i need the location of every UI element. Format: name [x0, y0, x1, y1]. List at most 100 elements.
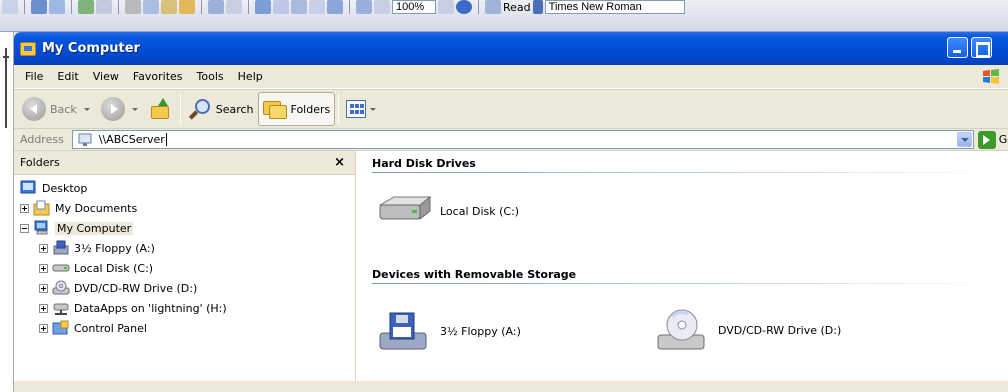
up-folder-icon — [149, 98, 173, 120]
word-toolbar: 100% Read Times New Roman — [0, 0, 1008, 32]
expand-icon[interactable] — [39, 283, 48, 293]
forward-button[interactable] — [97, 92, 145, 126]
back-button[interactable]: Back — [18, 92, 97, 126]
views-icon — [346, 100, 367, 118]
menu-edit[interactable]: Edit — [50, 70, 85, 83]
help-icon[interactable] — [456, 0, 472, 14]
title-bar[interactable]: My Computer — [14, 32, 1008, 65]
go-arrow-icon[interactable] — [977, 130, 996, 149]
my-computer-icon — [34, 220, 48, 235]
menu-view[interactable]: View — [86, 70, 126, 83]
collapse-icon[interactable] — [20, 223, 29, 233]
dvd-drive-large-icon — [657, 309, 705, 350]
views-button[interactable] — [342, 92, 383, 126]
toolbar-options-icon[interactable] — [532, 0, 543, 14]
zoom-box[interactable]: 100% — [392, 0, 436, 14]
folders-label: Folders — [290, 102, 331, 116]
drive-item-dvd[interactable]: DVD/CD-RW Drive (D:) — [652, 309, 841, 351]
address-value[interactable]: \\ABCServer — [99, 133, 165, 146]
search-icon — [188, 98, 212, 120]
preview-icon[interactable] — [49, 0, 65, 14]
window-title: My Computer — [42, 41, 140, 56]
menu-bar: File Edit View Favorites Tools Help — [14, 65, 1008, 89]
go-button[interactable]: Go — [999, 133, 1008, 146]
network-drive-icon — [53, 303, 69, 315]
copy-icon[interactable] — [143, 0, 159, 14]
expand-icon[interactable] — [20, 203, 29, 213]
search-label: Search — [215, 102, 254, 116]
minimize-button[interactable] — [947, 37, 968, 58]
address-input[interactable]: \\ABCServer — [71, 130, 974, 149]
drive-item-local-disk[interactable]: Local Disk (C:) — [374, 193, 519, 229]
expand-icon[interactable] — [39, 303, 48, 313]
insert-table-icon[interactable] — [291, 0, 307, 14]
group-header-hard-disks: Hard Disk Drives — [372, 157, 476, 170]
floppy-drive-large-icon — [379, 312, 427, 350]
file-view-pane: Hard Disk Drives Local Disk (C:) Devices… — [356, 151, 1008, 381]
drive-label: Local Disk (C:) — [440, 204, 520, 218]
show-hide-icon[interactable] — [374, 0, 390, 14]
tree-item-my-documents[interactable]: My Documents — [14, 198, 355, 218]
paste-icon[interactable] — [161, 0, 177, 14]
drive-item-floppy[interactable]: 3½ Floppy (A:) — [374, 311, 521, 351]
print-icon[interactable] — [31, 0, 47, 14]
undo-icon[interactable] — [208, 0, 224, 14]
doc-icon[interactable] — [2, 0, 18, 14]
format-painter-icon[interactable] — [179, 0, 195, 14]
menu-favorites[interactable]: Favorites — [126, 70, 190, 83]
group-header-underline — [372, 172, 1002, 173]
read-button[interactable]: Read — [503, 1, 531, 14]
menu-file[interactable]: File — [18, 70, 50, 83]
my-computer-icon — [20, 41, 36, 56]
maximize-button[interactable] — [971, 37, 992, 58]
folders-pane-close-button[interactable]: × — [334, 155, 345, 170]
folder-tree: Desktop My Documents My Computer 3½ Flop… — [14, 175, 355, 338]
back-dropdown-icon[interactable] — [83, 107, 90, 111]
address-dropdown-button[interactable] — [956, 132, 972, 147]
tree-item-dvd[interactable]: DVD/CD-RW Drive (D:) — [14, 278, 355, 298]
read-icon[interactable] — [485, 0, 501, 14]
tree-item-network-drive[interactable]: DataApps on 'lightning' (H:) — [14, 298, 355, 318]
drive-label: 3½ Floppy (A:) — [440, 324, 521, 338]
tree-item-desktop[interactable]: Desktop — [14, 178, 355, 198]
folders-pane-header: Folders × — [14, 151, 355, 175]
group-header-underline — [372, 283, 1002, 284]
folders-button[interactable]: Folders — [257, 92, 336, 126]
tree-label: DVD/CD-RW Drive (D:) — [74, 281, 198, 295]
redo-icon[interactable] — [226, 0, 242, 14]
forward-dropdown-icon[interactable] — [131, 107, 138, 111]
folders-icon — [262, 99, 287, 119]
group-header-removable: Devices with Removable Storage — [372, 268, 577, 281]
tree-item-floppy[interactable]: 3½ Floppy (A:) — [14, 238, 355, 258]
hyperlink-icon[interactable] — [255, 0, 271, 14]
tree-item-local-disk[interactable]: Local Disk (C:) — [14, 258, 355, 278]
expand-icon[interactable] — [39, 263, 48, 273]
font-name-box[interactable]: Times New Roman — [544, 0, 685, 14]
tree-label: Control Panel — [74, 321, 147, 335]
dvd-drive-icon — [52, 280, 70, 295]
expand-icon[interactable] — [39, 323, 48, 333]
menu-tools[interactable]: Tools — [190, 70, 231, 83]
drawing-icon[interactable] — [327, 0, 343, 14]
forward-arrow-icon — [100, 97, 125, 121]
tree-item-my-computer[interactable]: My Computer — [14, 218, 355, 238]
views-dropdown-icon — [370, 107, 377, 111]
zoom-dropdown-icon[interactable] — [438, 0, 454, 14]
tree-label: Local Disk (C:) — [74, 261, 154, 275]
research-icon[interactable] — [96, 0, 112, 14]
tree-label: 3½ Floppy (A:) — [74, 241, 155, 255]
hard-disk-icon — [52, 264, 70, 272]
document-map-icon[interactable] — [356, 0, 372, 14]
cut-icon[interactable] — [125, 0, 141, 14]
back-label: Back — [50, 102, 77, 116]
tree-item-control-panel[interactable]: Control Panel — [14, 318, 355, 338]
address-bar: Address \\ABCServer Go — [14, 129, 1008, 151]
search-button[interactable]: Search — [184, 92, 258, 126]
folders-pane-title: Folders — [20, 156, 60, 169]
up-button[interactable] — [145, 92, 177, 126]
tables-icon[interactable] — [273, 0, 289, 14]
columns-icon[interactable] — [309, 0, 325, 14]
expand-icon[interactable] — [39, 243, 48, 253]
menu-help[interactable]: Help — [231, 70, 270, 83]
spelling-icon[interactable] — [78, 0, 94, 14]
